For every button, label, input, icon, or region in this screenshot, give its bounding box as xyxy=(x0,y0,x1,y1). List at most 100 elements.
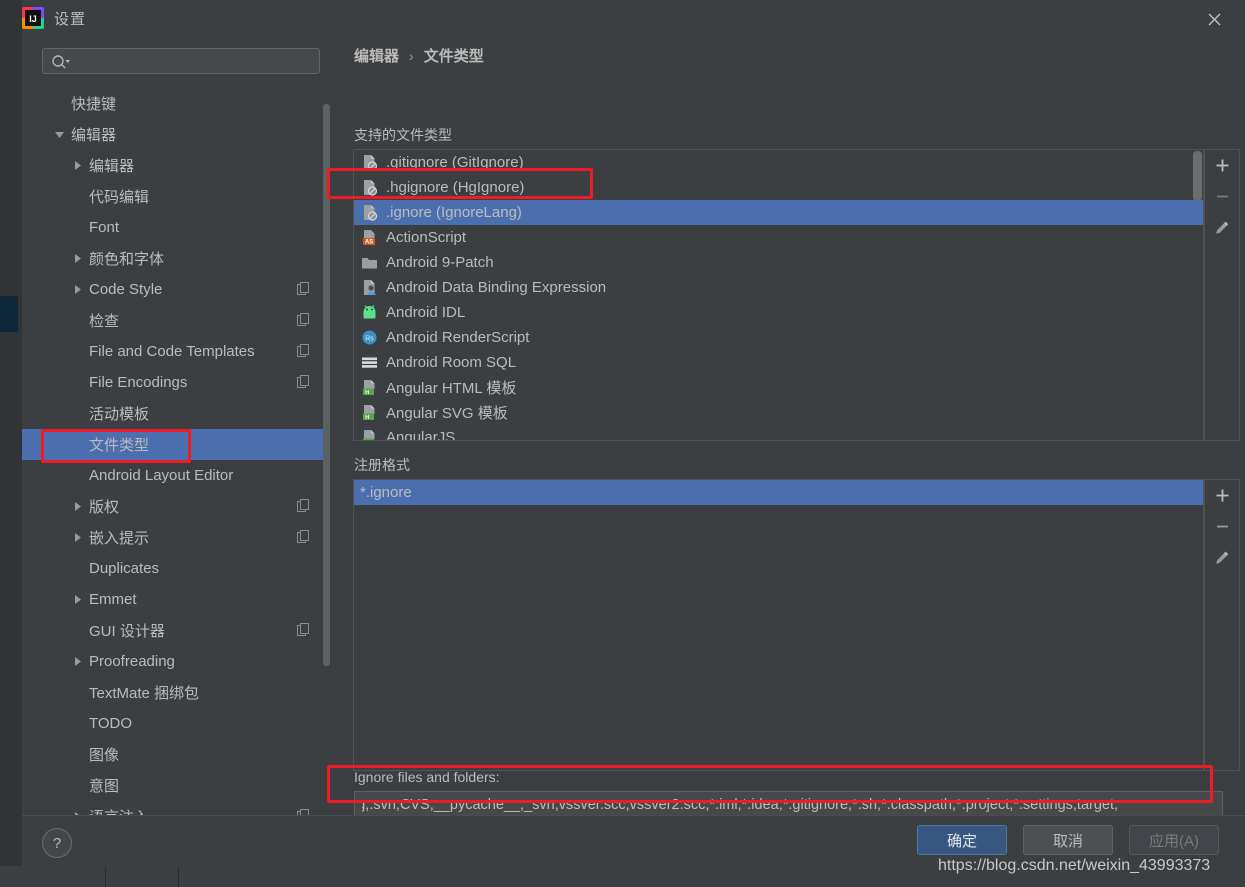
settings-category-tree[interactable]: 快捷键 编辑器 编辑器 代码编辑 Font 颜色和字体 Code Style 检查 File a… xyxy=(22,88,330,815)
sidebar-item-8[interactable]: File and Code Templates xyxy=(22,336,330,367)
breadcrumb-parent[interactable]: 编辑器 xyxy=(354,45,399,66)
settings-sidebar: 快捷键 编辑器 编辑器 代码编辑 Font 颜色和字体 Code Style 检查 File a… xyxy=(22,37,330,815)
add-pattern-button[interactable] xyxy=(1205,480,1239,511)
chevron-right-icon[interactable] xyxy=(70,593,84,607)
file-types-list[interactable]: .gitignore (GitIgnore) .hgignore (HgIgnor… xyxy=(353,149,1204,441)
remove-pattern-button[interactable] xyxy=(1205,511,1239,542)
sidebar-item-label: 嵌入提示 xyxy=(89,530,150,547)
registered-patterns-label: 注册格式 xyxy=(354,457,410,473)
sidebar-item-19[interactable]: TextMate 捆绑包 xyxy=(22,677,330,708)
remove-file-type-button[interactable] xyxy=(1205,181,1239,212)
sidebar-item-2[interactable]: 编辑器 xyxy=(22,150,330,181)
registered-patterns-list[interactable]: *.ignore xyxy=(353,479,1204,771)
sidebar-item-4[interactable]: Font xyxy=(22,212,330,243)
ide-left-toolbar-strip xyxy=(0,0,22,887)
ide-tool-window-accent xyxy=(0,296,18,332)
ignore-files-field[interactable] xyxy=(354,791,1223,817)
chevron-right-icon[interactable] xyxy=(70,655,84,669)
sidebar-item-label: 图像 xyxy=(89,747,120,764)
file-type-row[interactable]: AS ActionScript xyxy=(354,225,1203,250)
svg-text:H: H xyxy=(365,415,369,421)
file-type-row[interactable]: Android Data Binding Expression xyxy=(354,275,1203,300)
sidebar-item-0[interactable]: 快捷键 xyxy=(22,88,330,119)
copy-settings-icon xyxy=(297,623,310,636)
sidebar-item-16[interactable]: Emmet xyxy=(22,584,330,615)
intellij-idea-icon: IJ xyxy=(22,7,44,29)
copy-settings-icon xyxy=(297,499,310,512)
file-type-row[interactable]: .ignore (IgnoreLang) xyxy=(354,200,1203,225)
sidebar-item-17[interactable]: GUI 设计器 xyxy=(22,615,330,646)
renderscript-icon: Rs xyxy=(360,329,378,347)
sidebar-item-23[interactable]: 语言注入 xyxy=(22,801,330,815)
file-types-toolbar xyxy=(1204,149,1240,441)
file-type-row[interactable]: Rs Android RenderScript xyxy=(354,325,1203,350)
svg-text:Rs: Rs xyxy=(365,335,374,342)
ok-button[interactable]: 确定 xyxy=(917,825,1007,855)
cancel-button[interactable]: 取消 xyxy=(1023,825,1113,855)
sidebar-item-5[interactable]: 颜色和字体 xyxy=(22,243,330,274)
sidebar-item-1[interactable]: 编辑器 xyxy=(22,119,330,150)
add-file-type-button[interactable] xyxy=(1205,150,1239,181)
sidebar-item-6[interactable]: Code Style xyxy=(22,274,330,305)
edit-file-type-button[interactable] xyxy=(1205,212,1239,243)
sidebar-item-label: Android Layout Editor xyxy=(89,467,234,484)
sidebar-item-18[interactable]: Proofreading xyxy=(22,646,330,677)
file-type-row[interactable]: H AngularJS xyxy=(354,425,1203,441)
file-type-row[interactable]: .gitignore (GitIgnore) xyxy=(354,150,1203,175)
chevron-right-icon: › xyxy=(409,47,414,64)
file-type-row[interactable]: .hgignore (HgIgnore) xyxy=(354,175,1203,200)
file-types-scrollbar-thumb[interactable] xyxy=(1193,151,1202,201)
search-input[interactable] xyxy=(77,49,317,75)
chevron-right-icon[interactable] xyxy=(70,500,84,514)
sidebar-item-label: 代码编辑 xyxy=(89,189,150,206)
file-type-row[interactable]: Android Room SQL xyxy=(354,350,1203,375)
svg-text:AS: AS xyxy=(364,240,372,246)
file-type-name: Angular HTML 模板 xyxy=(386,380,517,397)
sidebar-item-13[interactable]: 版权 xyxy=(22,491,330,522)
sidebar-item-label: 检查 xyxy=(89,313,120,330)
file-type-name: Android IDL xyxy=(386,304,466,321)
chevron-right-icon[interactable] xyxy=(70,283,84,297)
sidebar-item-label: Emmet xyxy=(89,591,137,608)
angular-svg-icon: H xyxy=(360,404,378,422)
help-button[interactable]: ? xyxy=(42,828,72,858)
sidebar-item-14[interactable]: 嵌入提示 xyxy=(22,522,330,553)
apply-button[interactable]: 应用(A) xyxy=(1129,825,1219,855)
sidebar-item-9[interactable]: File Encodings xyxy=(22,367,330,398)
file-type-row[interactable]: Android 9-Patch xyxy=(354,250,1203,275)
sidebar-item-label: 编辑器 xyxy=(89,158,135,175)
search-box[interactable] xyxy=(42,48,320,75)
sidebar-item-11[interactable]: 文件类型 xyxy=(22,429,330,460)
sidebar-item-7[interactable]: 检查 xyxy=(22,305,330,336)
pattern-row[interactable]: *.ignore xyxy=(354,480,1203,505)
file-type-name: .hgignore (HgIgnore) xyxy=(386,179,525,196)
sidebar-item-21[interactable]: 图像 xyxy=(22,739,330,770)
sidebar-item-12[interactable]: Android Layout Editor xyxy=(22,460,330,491)
file-type-row[interactable]: H Angular SVG 模板 xyxy=(354,400,1203,425)
file-type-name: .ignore (IgnoreLang) xyxy=(386,204,522,221)
sidebar-item-15[interactable]: Duplicates xyxy=(22,553,330,584)
chevron-right-icon[interactable] xyxy=(70,159,84,173)
svg-text:H: H xyxy=(365,440,369,441)
ignore-file-icon xyxy=(360,204,378,222)
sidebar-item-label: Font xyxy=(89,219,120,236)
sidebar-item-10[interactable]: 活动模板 xyxy=(22,398,330,429)
sidebar-scrollbar-thumb[interactable] xyxy=(323,104,330,666)
sidebar-item-label: TextMate 捆绑包 xyxy=(89,685,200,702)
folder-icon xyxy=(360,254,378,272)
sidebar-item-22[interactable]: 意图 xyxy=(22,770,330,801)
file-type-row[interactable]: Android IDL xyxy=(354,300,1203,325)
chevron-right-icon[interactable] xyxy=(70,531,84,545)
sidebar-item-3[interactable]: 代码编辑 xyxy=(22,181,330,212)
copy-settings-icon xyxy=(297,313,310,326)
ignore-files-input[interactable] xyxy=(360,792,1222,816)
sidebar-item-label: 颜色和字体 xyxy=(89,251,165,268)
edit-pattern-button[interactable] xyxy=(1205,542,1239,573)
close-icon[interactable] xyxy=(1201,7,1227,31)
dialog-title-bar: IJ 设置 xyxy=(22,0,1245,37)
chevron-down-icon[interactable] xyxy=(52,128,66,142)
sidebar-item-20[interactable]: TODO xyxy=(22,708,330,739)
breadcrumb-current: 文件类型 xyxy=(423,48,484,65)
chevron-right-icon[interactable] xyxy=(70,252,84,266)
file-type-row[interactable]: H Angular HTML 模板 xyxy=(354,375,1203,400)
